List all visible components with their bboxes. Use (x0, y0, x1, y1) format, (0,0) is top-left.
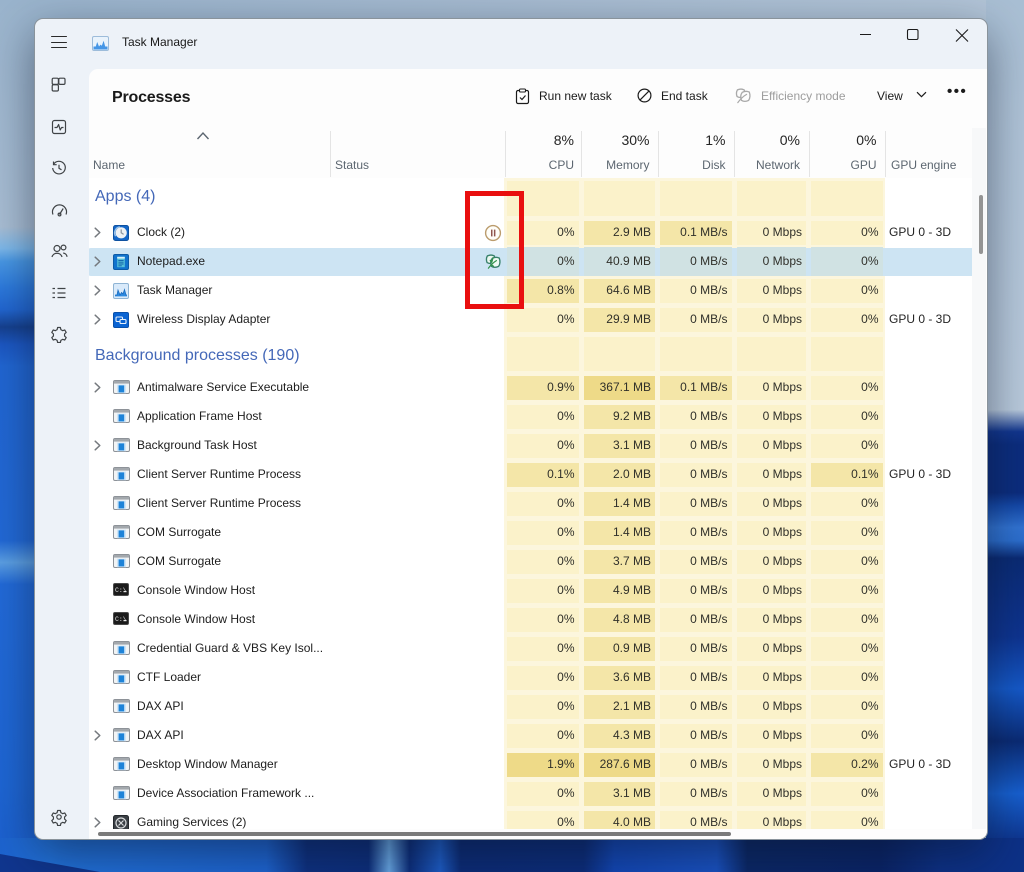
svg-text:C:\: C:\ (115, 586, 127, 593)
svg-text:C:\: C:\ (115, 615, 127, 622)
